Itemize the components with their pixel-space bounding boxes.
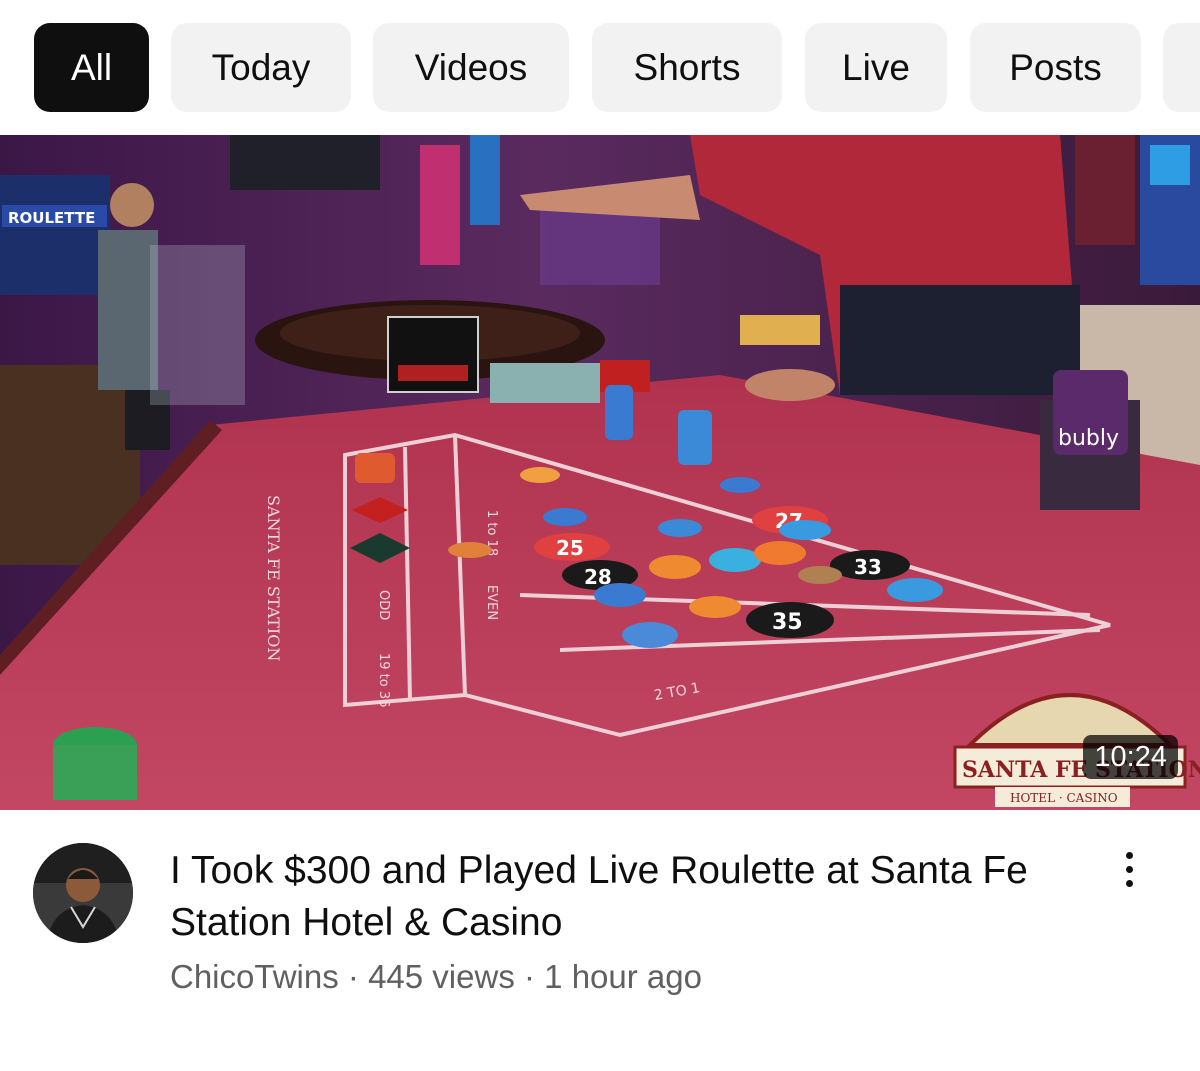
chip-posts[interactable]: Posts	[970, 23, 1141, 112]
even-text: EVEN	[484, 585, 499, 620]
bubly-can-text: bubly	[1058, 426, 1119, 451]
chip-overflow[interactable]	[1163, 23, 1200, 112]
chip-all[interactable]: All	[34, 23, 149, 112]
video-thumbnail[interactable]: ROULETTE bubly SANTA FE STATION ODD 19 t…	[0, 135, 1200, 810]
video-title[interactable]: I Took $300 and Played Live Roulette at …	[170, 845, 1050, 949]
chip-shorts[interactable]: Shorts	[592, 23, 782, 112]
number-25: 25	[556, 536, 584, 560]
chip-live[interactable]: Live	[805, 23, 947, 112]
chip-today[interactable]: Today	[171, 23, 351, 112]
logo-sub-text: HOTEL · CASINO	[1010, 791, 1118, 805]
video-meta: ChicoTwins · 445 views · 1 hour ago	[170, 953, 702, 1001]
chip-videos[interactable]: Videos	[373, 23, 569, 112]
filter-chip-bar: All Today Videos Shorts Live Posts	[0, 23, 1200, 112]
number-33: 33	[854, 555, 882, 579]
menu-dot	[1126, 866, 1133, 873]
meta-separator: ·	[347, 958, 359, 995]
roulette-sign-text: ROULETTE	[8, 209, 95, 227]
channel-avatar[interactable]	[33, 843, 133, 943]
avatar-icon	[33, 843, 133, 943]
odd-text: ODD	[376, 590, 391, 620]
upload-age: 1 hour ago	[544, 958, 702, 995]
meta-separator: ·	[524, 958, 535, 995]
high-text: 19 to 36	[376, 653, 391, 707]
table-brand-text: SANTA FE STATION	[264, 495, 283, 661]
view-count: 445 views	[368, 958, 515, 995]
menu-dot	[1126, 852, 1133, 859]
channel-name[interactable]: ChicoTwins	[170, 958, 339, 995]
menu-dot	[1126, 880, 1133, 887]
more-vert-icon[interactable]	[1108, 848, 1152, 892]
number-35: 35	[772, 610, 803, 635]
duration-badge: 10:24	[1083, 735, 1178, 779]
roulette-table-illustration: ROULETTE bubly SANTA FE STATION ODD 19 t…	[0, 135, 1200, 810]
